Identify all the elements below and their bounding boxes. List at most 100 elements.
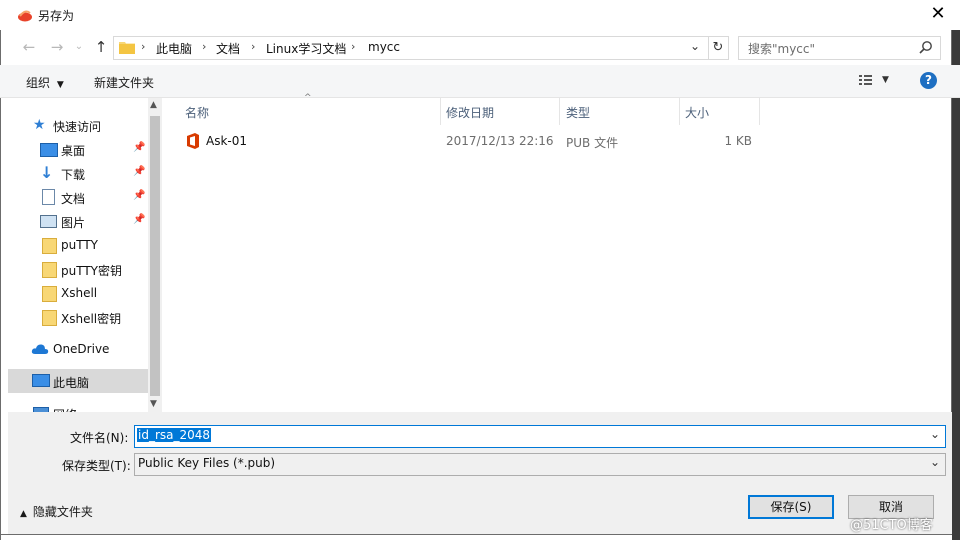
refresh-icon[interactable]: ↻ xyxy=(708,37,727,59)
hide-folders-label: 隐藏文件夹 xyxy=(32,505,93,519)
view-options-icon[interactable] xyxy=(858,72,874,88)
column-header-name[interactable]: 名称 xyxy=(178,98,440,125)
search-icon[interactable] xyxy=(919,40,933,54)
sidebar-item-putty[interactable]: puTTY xyxy=(8,233,148,257)
filename-input[interactable]: id_rsa_2048 ⌄ xyxy=(134,425,946,448)
column-header-label: 类型 xyxy=(566,106,591,120)
folder-icon xyxy=(42,310,57,326)
sidebar-item-label: Xshell密钥 xyxy=(61,312,122,326)
breadcrumb-item[interactable]: 此电脑 xyxy=(156,40,192,57)
sidebar-item-network[interactable]: 网络 xyxy=(8,401,148,412)
cloud-icon xyxy=(31,343,49,355)
filename-value: id_rsa_2048 xyxy=(137,428,212,442)
column-header-label: 修改日期 xyxy=(446,106,495,120)
column-header-label: 名称 xyxy=(185,106,210,120)
sidebar-item-documents[interactable]: 文档 📌 xyxy=(8,185,148,209)
recent-dropdown-icon[interactable]: ⌄ xyxy=(70,38,88,56)
chevron-down-icon[interactable]: ⌄ xyxy=(690,39,700,53)
pin-icon[interactable]: 📌 xyxy=(133,214,145,225)
sidebar-item-label: 此电脑 xyxy=(53,376,90,390)
filetype-value: Public Key Files (*.pub) xyxy=(138,456,276,470)
sidebar-item-onedrive[interactable]: OneDrive xyxy=(8,337,148,361)
search-placeholder: 搜索"mycc" xyxy=(748,42,816,56)
pin-icon[interactable]: 📌 xyxy=(133,190,145,201)
new-folder-button[interactable]: 新建文件夹 xyxy=(94,74,154,91)
save-button[interactable]: 保存(S) xyxy=(748,495,834,519)
file-date: 2017/12/13 22:16 xyxy=(446,134,554,148)
chevron-down-icon[interactable]: ⌄ xyxy=(930,427,940,441)
file-size: 1 KB xyxy=(724,134,752,148)
computer-icon xyxy=(32,374,50,387)
column-divider[interactable] xyxy=(759,98,760,125)
sidebar-item-putty-keys[interactable]: puTTY密钥 xyxy=(8,257,148,281)
scroll-down-icon[interactable]: ▼ xyxy=(150,399,157,409)
help-icon[interactable]: ? xyxy=(920,72,937,89)
address-bar[interactable]: › 此电脑 › 文档 › Linux学习文档 › mycc ⌄ ↻ xyxy=(113,36,729,60)
search-box[interactable]: 搜索"mycc" xyxy=(738,36,941,60)
pin-icon[interactable]: 📌 xyxy=(133,142,145,153)
picture-icon xyxy=(40,215,57,228)
navigation-pane: ★ 快速访问 桌面 📌 ↓ 下载 📌 文档 📌 图片 📌 puTTY puTTY… xyxy=(8,98,148,412)
sidebar-item-label: Xshell xyxy=(61,286,98,300)
forward-arrow-icon[interactable]: → xyxy=(48,38,66,56)
sidebar-item-this-pc[interactable]: 此电脑 xyxy=(8,369,148,393)
folder-icon xyxy=(42,286,57,302)
table-row[interactable]: Ask-01 2017/12/13 22:16 PUB 文件 1 KB xyxy=(178,129,768,153)
sidebar-item-downloads[interactable]: ↓ 下载 📌 xyxy=(8,161,148,185)
breadcrumb-separator-icon: › xyxy=(141,40,146,53)
sidebar-item-label: 下载 xyxy=(61,168,86,182)
breadcrumb-separator-icon: › xyxy=(202,40,207,53)
watermark: @51CTO博客 xyxy=(850,518,933,533)
column-header-date[interactable]: 修改日期 xyxy=(440,98,559,125)
document-icon xyxy=(42,189,55,205)
breadcrumb-item[interactable]: Linux学习文档 xyxy=(266,40,346,57)
sidebar-scrollbar-thumb[interactable] xyxy=(150,116,160,396)
office-file-icon xyxy=(186,133,200,149)
file-name: Ask-01 xyxy=(206,134,248,148)
pin-icon[interactable]: 📌 xyxy=(133,166,145,177)
view-dropdown-icon[interactable]: ▼ xyxy=(882,75,889,85)
sidebar-item-label: puTTY密钥 xyxy=(61,264,123,278)
scroll-up-icon[interactable]: ▲ xyxy=(150,100,157,110)
sidebar-item-desktop[interactable]: 桌面 📌 xyxy=(8,137,148,161)
star-icon: ★ xyxy=(33,117,46,133)
breadcrumb-separator-icon: › xyxy=(351,40,356,53)
folder-icon xyxy=(119,40,135,54)
file-type: PUB 文件 xyxy=(566,136,619,150)
caret-up-icon: ▲ xyxy=(20,509,27,519)
organize-button[interactable]: 组织 ▼ xyxy=(26,74,64,91)
hide-folders-toggle[interactable]: ▲ 隐藏文件夹 xyxy=(20,503,93,520)
column-header-size[interactable]: 大小 xyxy=(679,98,759,125)
window-border-left xyxy=(0,30,1,540)
sidebar-item-label: 图片 xyxy=(61,216,86,230)
breadcrumb-item[interactable]: 文档 xyxy=(216,40,240,57)
desktop-icon xyxy=(40,143,58,157)
sidebar-item-pictures[interactable]: 图片 📌 xyxy=(8,209,148,233)
breadcrumb-item[interactable]: mycc xyxy=(368,40,400,54)
sidebar-item-label: 文档 xyxy=(61,192,86,206)
up-arrow-icon[interactable]: ↑ xyxy=(92,38,110,56)
organize-label: 组织 xyxy=(26,76,51,90)
filename-label: 文件名(N): xyxy=(70,431,129,445)
sidebar-item-label: puTTY xyxy=(61,238,99,252)
back-arrow-icon[interactable]: ← xyxy=(20,38,38,56)
folder-icon xyxy=(42,262,57,278)
sidebar-item-xshell-keys[interactable]: Xshell密钥 xyxy=(8,305,148,329)
sidebar-item-label: OneDrive xyxy=(53,342,110,356)
chevron-down-icon[interactable]: ⌄ xyxy=(930,455,940,469)
column-header-type[interactable]: 类型 xyxy=(559,98,679,125)
filetype-label: 保存类型(T): xyxy=(62,459,131,473)
sidebar-item-label: 桌面 xyxy=(61,144,86,158)
sidebar-item-xshell[interactable]: Xshell xyxy=(8,281,148,305)
window-title: 另存为 xyxy=(38,9,75,23)
breadcrumb-separator-icon: › xyxy=(251,40,256,53)
close-icon[interactable]: ✕ xyxy=(928,4,948,24)
caret-down-icon: ▼ xyxy=(56,80,64,90)
filetype-select[interactable]: Public Key Files (*.pub) ⌄ xyxy=(134,453,946,476)
folder-icon xyxy=(42,238,57,254)
app-icon xyxy=(17,7,33,23)
toolbar: 组织 ▼ 新建文件夹 ▼ ? xyxy=(0,65,960,98)
download-icon: ↓ xyxy=(40,163,54,182)
sidebar-item-label: 快速访问 xyxy=(53,120,102,134)
sidebar-item-quick-access[interactable]: ★ 快速访问 xyxy=(8,113,148,137)
